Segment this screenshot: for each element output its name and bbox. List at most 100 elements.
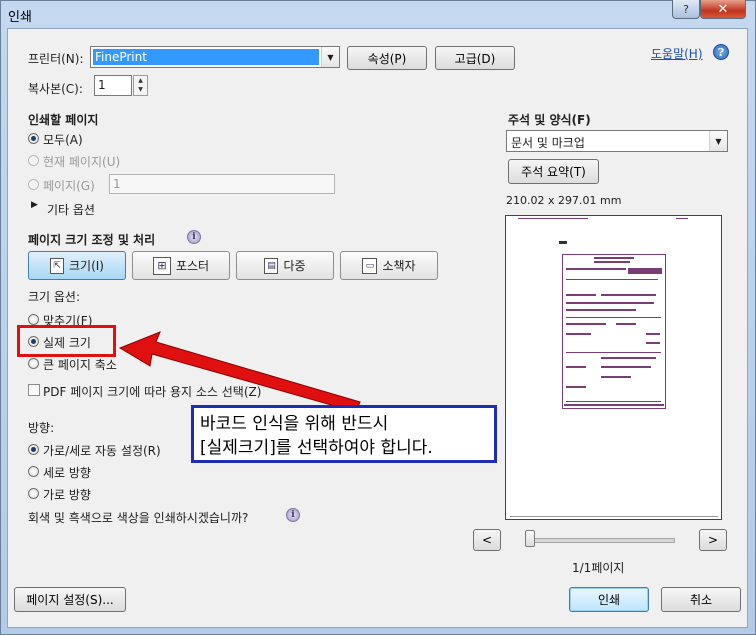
title-bar[interactable]: 인쇄 ? ✕ — [0, 0, 756, 28]
preview-line — [566, 268, 626, 270]
prev-page-button[interactable]: < — [473, 529, 501, 551]
preview-line — [566, 323, 606, 325]
close-button[interactable]: ✕ — [700, 0, 746, 19]
page-count: 1/1페이지 — [572, 561, 625, 575]
preview-line — [601, 366, 651, 368]
orientation-auto-radio[interactable] — [28, 444, 39, 455]
cancel-button[interactable]: 취소 — [661, 587, 741, 612]
page-size-icon: ⇱ — [50, 257, 64, 274]
booklet-button-label: 소책자 — [382, 259, 416, 273]
more-options-toggle[interactable]: 기타 옵션 — [47, 201, 95, 218]
poster-button-label: 포스터 — [175, 259, 210, 273]
preview-line — [566, 333, 591, 335]
orientation-landscape-radio[interactable] — [28, 488, 39, 499]
poster-icon: ⊞ — [152, 256, 171, 275]
print-preview — [505, 215, 722, 520]
preview-line — [566, 386, 586, 388]
booklet-button[interactable]: ▭ 소책자 — [340, 251, 438, 280]
orientation-landscape-label: 가로 방향 — [43, 488, 91, 502]
properties-button[interactable]: 속성(P) — [347, 46, 427, 70]
highlight-box — [17, 325, 116, 357]
pages-all-radio[interactable] — [28, 133, 39, 144]
preview-line — [566, 317, 661, 318]
advanced-button[interactable]: 고급(D) — [435, 46, 515, 70]
preview-line — [566, 302, 654, 304]
orientation-auto-label: 가로/세로 자동 설정(R) — [43, 444, 161, 458]
preview-line — [566, 294, 596, 296]
title-help-button[interactable]: ? — [672, 0, 700, 19]
multiple-button-label: 다중 — [283, 259, 306, 273]
shrink-radio[interactable] — [28, 358, 39, 369]
instruction-callout: 바코드 인식을 위해 반드시 [실제크기]를 선택하여야 합니다. — [191, 405, 497, 463]
printer-select[interactable]: FinePrint ▼ — [90, 46, 340, 68]
comments-chevron-down-icon: ▼ — [709, 131, 727, 151]
info-icon[interactable]: i — [187, 230, 201, 244]
chevron-down-icon: ▼ — [321, 47, 339, 67]
multiple-pages-icon: ▤ — [264, 257, 279, 274]
expand-arrow-icon[interactable]: ▶ — [31, 200, 38, 210]
printer-label: 프린터(N): — [28, 52, 84, 66]
pages-range-radio[interactable] — [28, 179, 39, 190]
comments-select[interactable]: 문서 및 마크업 ▼ — [506, 130, 728, 152]
pages-heading: 인쇄할 페이지 — [28, 113, 99, 127]
preview-line — [566, 279, 658, 280]
help-link[interactable]: 도움말(H) — [651, 45, 703, 62]
window-title: 인쇄 — [8, 10, 32, 25]
callout-line-2: [실제크기]를 선택하여야 합니다. — [200, 438, 433, 458]
preview-block — [628, 268, 662, 274]
copies-value: 1 — [98, 78, 106, 92]
preview-line — [676, 218, 688, 219]
size-button[interactable]: ⇱ 크기(I) — [28, 251, 126, 280]
printer-value: FinePrint — [93, 49, 319, 65]
copies-label: 복사본(C): — [28, 82, 83, 96]
comments-heading: 주석 및 양식(F) — [508, 113, 591, 127]
preview-line — [564, 404, 664, 406]
pages-current-label: 현재 페이지(U) — [43, 155, 121, 169]
size-options-label: 크기 옵션: — [28, 290, 81, 304]
preview-line — [601, 376, 631, 378]
preview-line — [594, 257, 634, 259]
page-slider-thumb[interactable] — [525, 530, 535, 547]
preview-line — [601, 294, 656, 296]
preview-line — [594, 261, 630, 263]
orientation-portrait-radio[interactable] — [28, 466, 39, 477]
pages-range-label: 페이지(G) — [43, 179, 95, 193]
preview-line — [566, 366, 586, 368]
grayscale-label: 회색 및 흑색으로 색상을 인쇄하시겠습니까? — [28, 511, 249, 525]
orientation-label: 방향: — [28, 421, 55, 435]
preview-mark — [559, 241, 567, 244]
size-button-label: 크기(I) — [69, 259, 104, 273]
grayscale-info-icon[interactable]: i — [286, 508, 300, 522]
booklet-icon: ▭ — [362, 257, 378, 274]
orientation-portrait-label: 세로 방향 — [43, 466, 91, 480]
comment-summary-button[interactable]: 주석 요약(T) — [508, 159, 599, 184]
callout-line-1: 바코드 인식을 위해 반드시 — [200, 414, 389, 434]
preview-line — [566, 309, 636, 311]
pages-current-radio[interactable] — [28, 155, 39, 166]
page-dimensions: 210.02 x 297.01 mm — [506, 194, 622, 207]
help-icon[interactable]: ? — [713, 44, 729, 60]
fit-radio[interactable] — [28, 314, 39, 325]
preview-line — [646, 342, 660, 344]
poster-button[interactable]: ⊞ 포스터 — [132, 251, 230, 280]
page-setup-button[interactable]: 페이지 설정(S)... — [14, 587, 126, 612]
preview-line — [646, 333, 660, 335]
preview-line — [518, 218, 588, 219]
pdf-source-checkbox[interactable] — [28, 384, 40, 396]
sizing-heading: 페이지 크기 조정 및 처리 — [28, 233, 156, 247]
preview-footer-line — [510, 516, 718, 517]
multiple-button[interactable]: ▤ 다중 — [236, 251, 334, 280]
preview-line — [616, 323, 636, 325]
preview-line — [566, 352, 661, 353]
pages-all-label: 모두(A) — [43, 133, 83, 147]
shrink-label: 큰 페이지 축소 — [43, 358, 117, 372]
preview-line — [566, 401, 661, 402]
copies-input[interactable]: 1 — [94, 75, 132, 96]
preview-line — [601, 357, 656, 359]
pages-range-value: 1 — [113, 177, 121, 191]
pages-range-input[interactable]: 1 — [109, 174, 335, 194]
print-button[interactable]: 인쇄 — [569, 587, 649, 612]
copies-stepper[interactable]: ▲ ▼ — [133, 75, 148, 96]
next-page-button[interactable]: > — [699, 529, 727, 551]
page-slider-track[interactable] — [527, 538, 675, 543]
